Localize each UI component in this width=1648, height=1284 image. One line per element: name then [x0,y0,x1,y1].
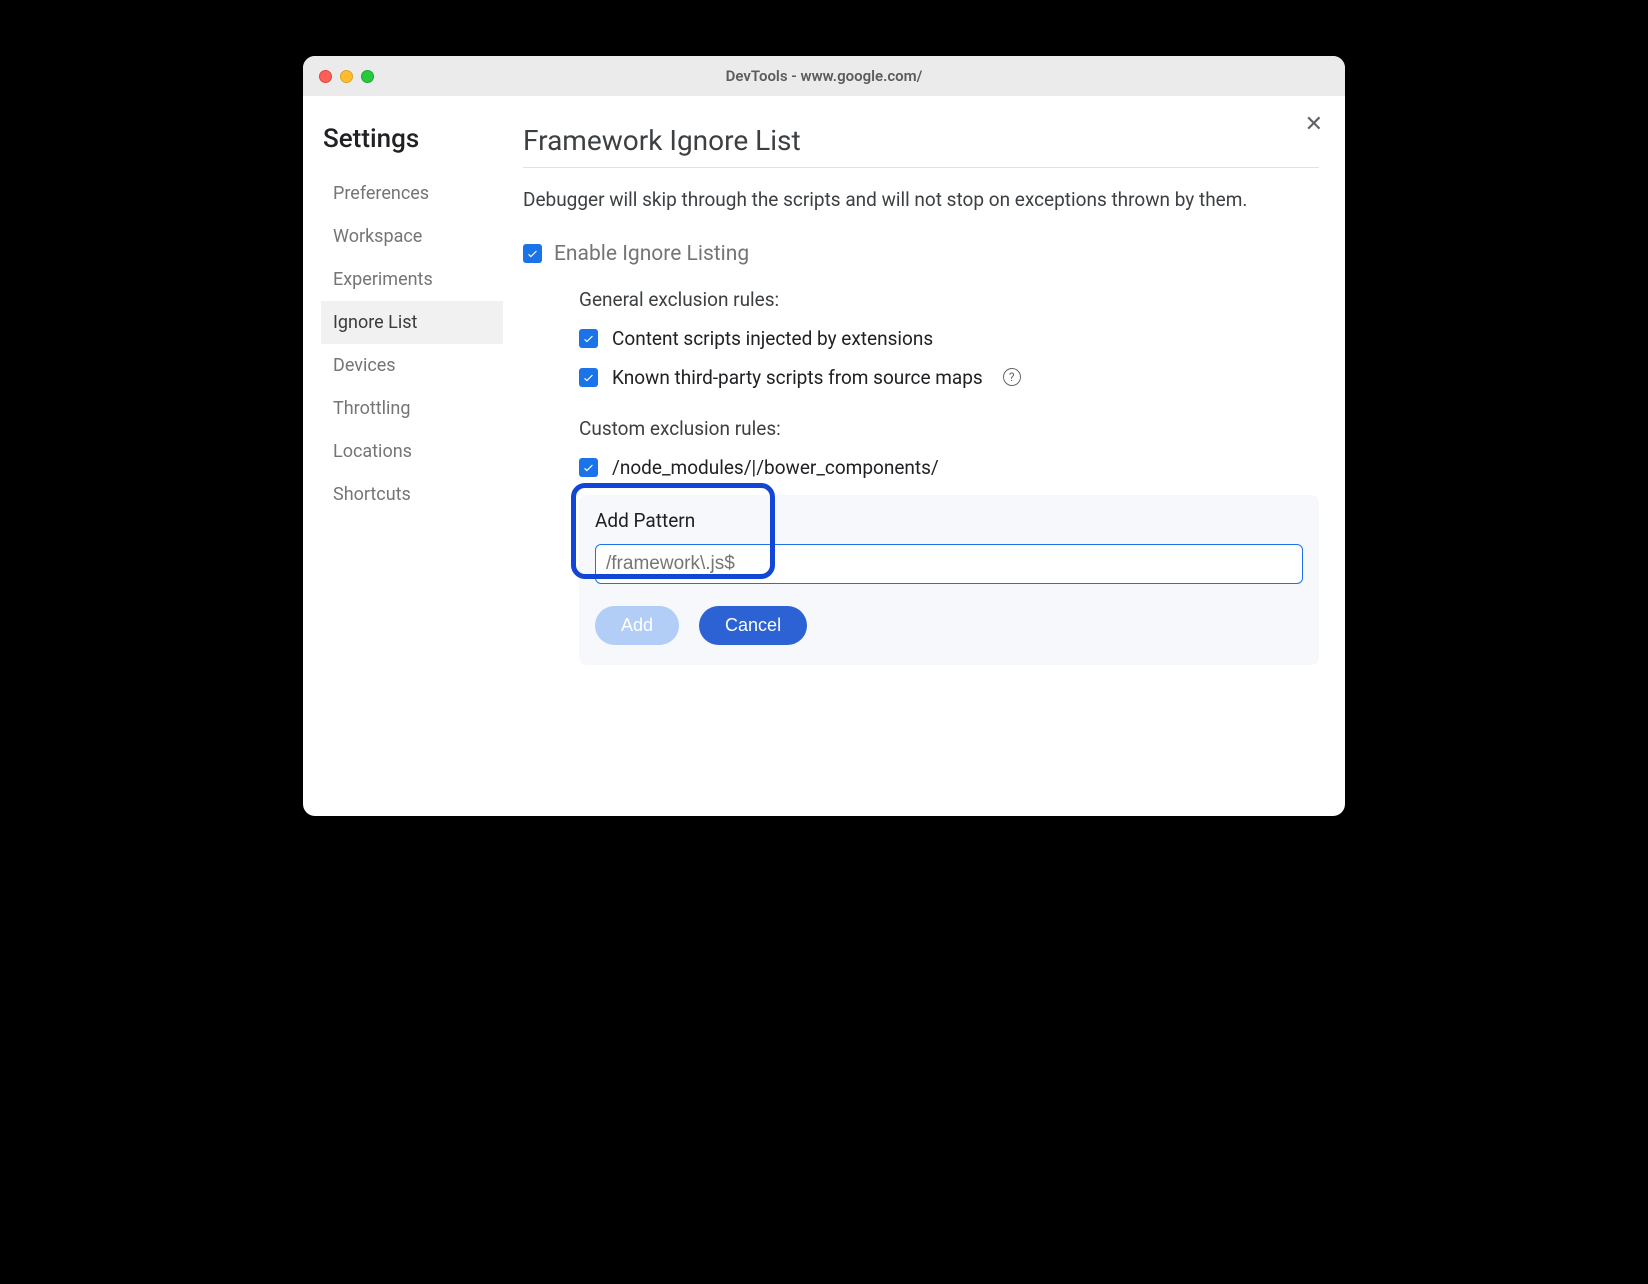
page-title: Framework Ignore List [523,124,1319,157]
rule-row: Content scripts injected by extensions [579,327,1319,350]
sidebar-item-throttling[interactable]: Throttling [321,387,503,430]
divider [523,167,1319,168]
custom-rule-checkbox[interactable] [579,458,598,477]
check-icon [582,461,595,474]
sidebar-item-devices[interactable]: Devices [321,344,503,387]
sidebar: Settings Preferences Workspace Experimen… [303,96,513,816]
enable-ignore-listing-checkbox[interactable] [523,244,542,263]
third-party-scripts-label: Known third-party scripts from source ma… [612,366,983,389]
titlebar: DevTools - www.google.com/ [303,56,1345,96]
close-window-button[interactable] [319,70,332,83]
add-pattern-label: Add Pattern [595,509,1303,532]
enable-ignore-listing-row: Enable Ignore Listing [523,242,1319,266]
content-scripts-checkbox[interactable] [579,329,598,348]
sidebar-item-ignore-list[interactable]: Ignore List [321,301,503,344]
cancel-button[interactable]: Cancel [699,606,807,645]
check-icon [582,332,595,345]
third-party-scripts-checkbox[interactable] [579,368,598,387]
enable-ignore-listing-label: Enable Ignore Listing [554,242,749,266]
sidebar-title: Settings [321,124,503,154]
button-row: Add Cancel [595,606,1303,645]
custom-rules-heading: Custom exclusion rules: [579,417,1319,440]
content-area: ✕ Settings Preferences Workspace Experim… [303,96,1345,816]
minimize-window-button[interactable] [340,70,353,83]
main-panel: Framework Ignore List Debugger will skip… [513,96,1345,816]
page-description: Debugger will skip through the scripts a… [523,186,1319,214]
check-icon [526,247,539,260]
rule-row: /node_modules/|/bower_components/ [579,456,1319,479]
window-title: DevTools - www.google.com/ [303,67,1345,85]
general-rules-section: General exclusion rules: Content scripts… [523,288,1319,389]
maximize-window-button[interactable] [361,70,374,83]
add-button[interactable]: Add [595,606,679,645]
check-icon [582,371,595,384]
custom-rule-label: /node_modules/|/bower_components/ [612,456,939,479]
custom-rules-section: Custom exclusion rules: /node_modules/|/… [523,417,1319,479]
close-icon[interactable]: ✕ [1305,114,1323,136]
general-rules-heading: General exclusion rules: [579,288,1319,311]
sidebar-item-preferences[interactable]: Preferences [321,172,503,215]
sidebar-item-locations[interactable]: Locations [321,430,503,473]
sidebar-item-shortcuts[interactable]: Shortcuts [321,473,503,516]
sidebar-item-workspace[interactable]: Workspace [321,215,503,258]
settings-window: DevTools - www.google.com/ ✕ Settings Pr… [303,56,1345,816]
traffic-lights [319,70,374,83]
content-scripts-label: Content scripts injected by extensions [612,327,933,350]
pattern-input[interactable] [595,544,1303,584]
add-pattern-panel: Add Pattern Add Cancel [579,495,1319,665]
sidebar-item-experiments[interactable]: Experiments [321,258,503,301]
help-icon[interactable]: ? [1003,368,1021,386]
rule-row: Known third-party scripts from source ma… [579,366,1319,389]
